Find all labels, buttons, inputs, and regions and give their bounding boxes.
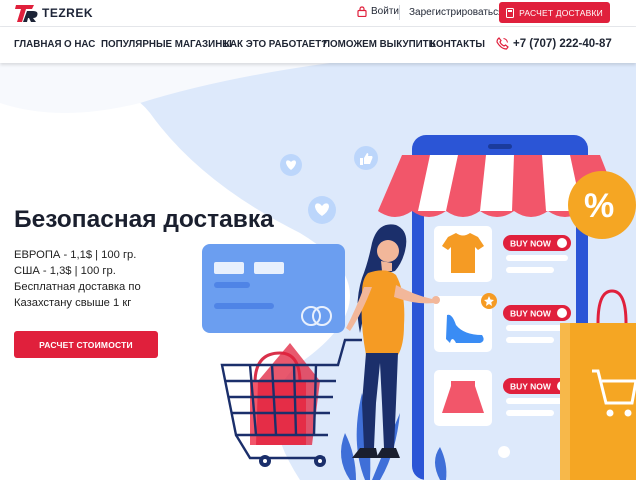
phone-icon	[496, 37, 509, 50]
nav-item-help-buy[interactable]: ПОМОЖЕМ ВЫКУПИТЬ	[323, 39, 436, 50]
heart-bubble-icon	[308, 196, 336, 224]
delivery-calc-button[interactable]: РАСЧЕТ ДОСТАВКИ	[499, 2, 610, 23]
nav-item-how-it-works[interactable]: КАК ЭТО РАБОТАЕТ?	[224, 39, 327, 50]
hero-price-usa: США - 1,3$ | 100 гр.	[14, 265, 116, 277]
percent-badge-text: %	[584, 187, 614, 225]
nav-item-contacts[interactable]: КОНТАКТЫ	[430, 39, 485, 50]
brand-name: TEZREK	[42, 6, 93, 20]
register-link[interactable]: Зарегистрироваться	[409, 7, 504, 18]
product-card-skirt	[434, 370, 492, 426]
delivery-calc-label: РАСЧЕТ ДОСТАВКИ	[519, 7, 603, 18]
buy-now-label: BUY NOW	[510, 382, 552, 392]
like-bubble-icon	[354, 146, 378, 170]
nav-item-popular-stores[interactable]: ПОПУЛЯРНЫЕ МАГАЗИНЫ	[101, 39, 232, 50]
logo-icon	[15, 5, 38, 22]
logo[interactable]: TEZREK	[14, 3, 93, 23]
login-label: Войти	[371, 6, 399, 17]
hero-free-delivery-line1: Бесплатная доставка по	[14, 281, 141, 293]
percent-badge-icon: %	[568, 171, 636, 239]
hero-title: Безопасная доставка	[14, 206, 274, 233]
hero-section: BUY NOW BUY NOW BUY NOW % Безопасная дос…	[0, 63, 636, 480]
calc-cost-button[interactable]: РАСЧЕТ СТОИМОСТИ	[14, 331, 158, 358]
star-badge-icon	[481, 293, 497, 309]
header-separator	[399, 5, 400, 20]
main-nav: ГЛАВНАЯ О НАС ПОПУЛЯРНЫЕ МАГАЗИНЫ КАК ЭТ…	[0, 27, 636, 63]
heart-bubble-icon	[280, 154, 302, 176]
hero-free-delivery-line2: Казахстану свыше 1 кг	[14, 297, 132, 309]
phone-number: +7 (707) 222-40-87	[513, 37, 612, 50]
phone-link[interactable]: +7 (707) 222-40-87	[496, 37, 612, 50]
credit-card-illustration	[202, 244, 345, 333]
login-link[interactable]: Войти	[357, 6, 399, 17]
top-bar: TEZREK Войти Зарегистрироваться РАСЧЕТ Д…	[0, 0, 636, 26]
calculator-icon	[506, 7, 515, 18]
nav-item-about[interactable]: О НАС	[64, 39, 95, 50]
nav-item-home[interactable]: ГЛАВНАЯ	[14, 39, 62, 50]
hero-price-europe: ЕВРОПА - 1,1$ | 100 гр.	[14, 249, 137, 261]
buy-now-label: BUY NOW	[510, 309, 552, 319]
product-card-shirt	[434, 226, 492, 282]
buy-now-label: BUY NOW	[510, 239, 552, 249]
lock-icon	[357, 6, 367, 17]
